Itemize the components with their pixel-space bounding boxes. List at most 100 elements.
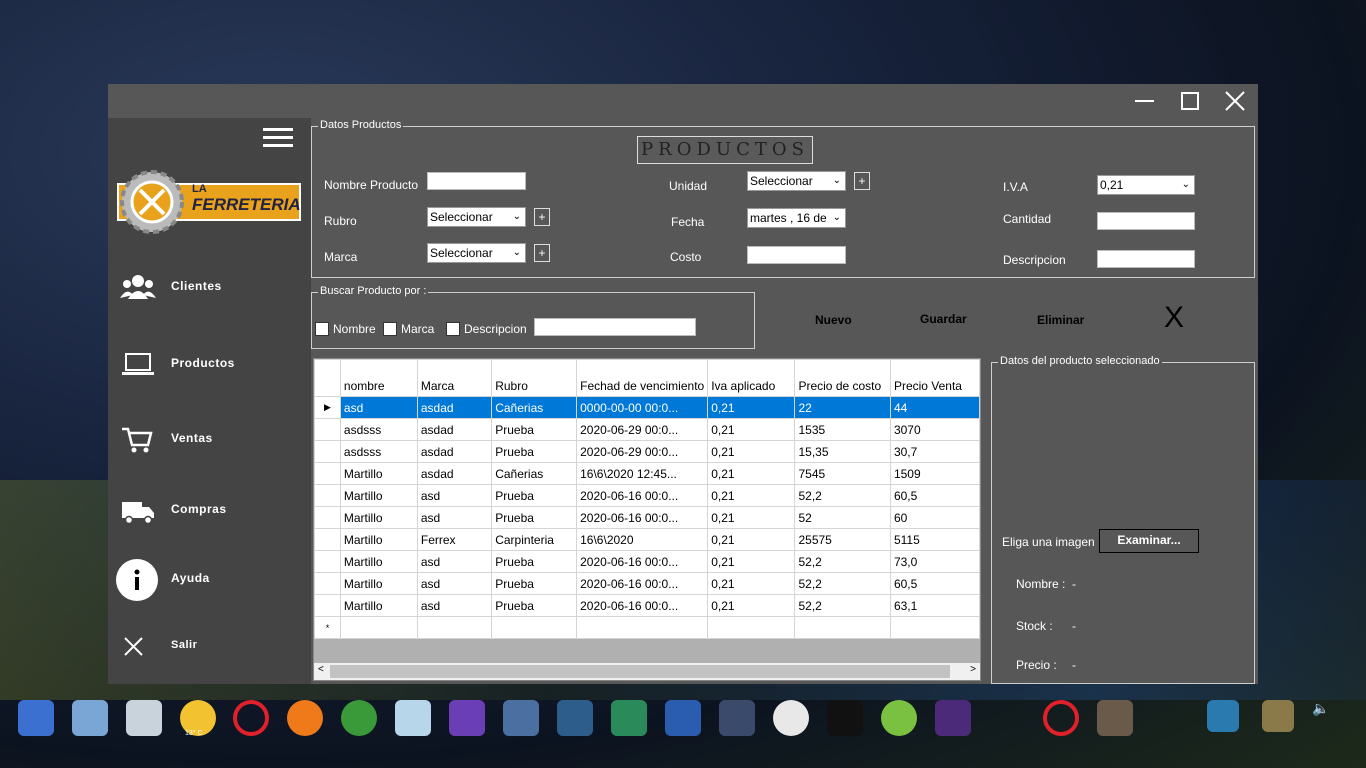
table-row[interactable]: ▶ asd asdad Cañerias 0000-00-00 00:0... 0,21 2… xyxy=(314,396,980,419)
table-cell[interactable]: asdsss xyxy=(339,440,418,463)
table-cell[interactable]: asd xyxy=(416,594,493,617)
table-cell[interactable]: asdad xyxy=(416,462,493,485)
table-cell[interactable]: 0,21 xyxy=(707,572,796,595)
opera-icon[interactable] xyxy=(1043,700,1079,736)
row-header[interactable]: ▶ xyxy=(314,396,341,419)
table-cell[interactable] xyxy=(707,616,796,639)
finder-icon[interactable] xyxy=(18,700,54,736)
spotify-icon[interactable] xyxy=(881,700,917,736)
table-cell[interactable]: 0,21 xyxy=(707,506,796,529)
row-header[interactable] xyxy=(314,550,341,573)
table-cell[interactable]: 0,21 xyxy=(707,484,796,507)
scrollbar-thumb[interactable] xyxy=(330,665,950,678)
table-cell[interactable]: Martillo xyxy=(339,484,418,507)
add-unidad-button[interactable]: + xyxy=(854,172,870,190)
photos-icon[interactable] xyxy=(773,700,809,736)
tray-apps-icon[interactable] xyxy=(1207,700,1239,732)
table-cell[interactable]: 2020-06-16 00:0... xyxy=(576,506,709,529)
table-cell[interactable]: Cañerias xyxy=(491,462,578,485)
opera-icon[interactable] xyxy=(233,700,269,736)
table-cell[interactable]: 52 xyxy=(794,506,891,529)
hamburger-menu-icon[interactable] xyxy=(263,128,293,148)
examinar-button[interactable]: Examinar... xyxy=(1099,529,1199,553)
table-cell[interactable]: 0,21 xyxy=(707,550,796,573)
table-row[interactable]: Martillo asd Prueba 2020-06-16 00:0... 0,21 5… xyxy=(314,484,980,507)
nuevo-button[interactable]: Nuevo xyxy=(815,313,852,327)
table-cell[interactable]: 73,0 xyxy=(889,550,980,573)
table-cell[interactable]: Martillo xyxy=(339,594,418,617)
coffee-icon[interactable] xyxy=(935,700,971,736)
sidebar-item-compras[interactable]: Compras xyxy=(108,486,311,536)
column-header[interactable]: Rubro xyxy=(491,359,578,397)
table-cell[interactable]: Prueba xyxy=(491,506,578,529)
sidebar-item-productos[interactable]: Productos xyxy=(108,340,311,390)
table-cell[interactable]: 0,21 xyxy=(707,462,796,485)
table-cell[interactable] xyxy=(794,616,891,639)
table-cell[interactable]: 52,2 xyxy=(794,484,891,507)
table-cell[interactable]: 0,21 xyxy=(707,418,796,441)
table-cell[interactable]: 2020-06-16 00:0... xyxy=(576,594,709,617)
table-cell[interactable]: 16\6\2020 12:45... xyxy=(576,462,709,485)
close-window-button[interactable] xyxy=(1222,90,1248,112)
scroll-left-icon[interactable]: < xyxy=(318,664,324,675)
costo-input[interactable] xyxy=(747,246,846,264)
table-cell[interactable]: Prueba xyxy=(491,594,578,617)
table-cell[interactable]: 7545 xyxy=(794,462,891,485)
scroll-right-icon[interactable]: > xyxy=(970,664,976,675)
table-cell[interactable]: asd xyxy=(416,550,493,573)
table-cell[interactable]: 63,1 xyxy=(889,594,980,617)
table-cell[interactable]: asdad xyxy=(416,418,493,441)
column-header[interactable]: Fechad de vencimiento xyxy=(576,359,709,397)
table-cell[interactable]: 16\6\2020 xyxy=(576,528,709,551)
virtualbox-icon[interactable] xyxy=(719,700,755,736)
table-row[interactable]: Martillo asd Prueba 2020-06-16 00:0... 0,21 5… xyxy=(314,572,980,595)
sidebar-item-ayuda[interactable]: Ayuda xyxy=(108,555,311,605)
row-header[interactable] xyxy=(314,418,341,441)
table-cell[interactable]: 2020-06-29 00:0... xyxy=(576,440,709,463)
maximize-button[interactable] xyxy=(1177,90,1203,112)
trash-icon[interactable] xyxy=(126,700,162,736)
table-row[interactable]: Martillo asdad Cañerias 16\6\2020 12:45... 0… xyxy=(314,462,980,485)
visio-icon[interactable] xyxy=(665,700,701,736)
table-cell[interactable]: 1509 xyxy=(889,462,980,485)
weather-icon[interactable]: 13° C xyxy=(180,700,216,737)
table-cell[interactable]: Prueba xyxy=(491,572,578,595)
table-cell[interactable]: asd xyxy=(416,572,493,595)
volume-icon[interactable]: 🔈 xyxy=(1312,700,1334,722)
close-form-button[interactable]: X xyxy=(1164,301,1184,335)
cube-icon[interactable] xyxy=(395,700,431,736)
column-header[interactable]: Precio de costo xyxy=(794,359,891,397)
table-cell[interactable]: Martillo xyxy=(339,572,418,595)
column-header[interactable]: nombre xyxy=(339,359,418,397)
table-row[interactable]: asdsss asdad Prueba 2020-06-29 00:0... 0,21 1… xyxy=(314,418,980,441)
table-cell[interactable]: 1535 xyxy=(794,418,891,441)
table-cell[interactable]: Prueba xyxy=(491,440,578,463)
dolphin-icon[interactable] xyxy=(503,700,539,736)
table-cell[interactable]: 52,2 xyxy=(794,594,891,617)
row-header[interactable] xyxy=(314,528,341,551)
marca-select[interactable]: Seleccionar ⌄ xyxy=(427,243,526,263)
table-cell[interactable]: asd xyxy=(339,396,418,419)
table-cell[interactable]: 2020-06-16 00:0... xyxy=(576,484,709,507)
fecha-datepicker[interactable]: martes , 16 de ⌄ xyxy=(747,208,846,228)
table-cell[interactable]: Carpinteria xyxy=(491,528,578,551)
row-header[interactable] xyxy=(314,440,341,463)
table-cell[interactable]: 60 xyxy=(889,506,980,529)
minimize-button[interactable] xyxy=(1132,90,1158,112)
tray-system-icon[interactable] xyxy=(1262,700,1294,732)
table-cell[interactable]: Prueba xyxy=(491,418,578,441)
folder-icon[interactable] xyxy=(72,700,108,736)
rubro-select[interactable]: Seleccionar ⌄ xyxy=(427,207,526,227)
table-cell[interactable]: 0,21 xyxy=(707,440,796,463)
table-cell[interactable]: Cañerias xyxy=(491,396,578,419)
table-cell[interactable]: Martillo xyxy=(339,528,418,551)
table-cell[interactable]: asdad xyxy=(416,396,493,419)
nombre-checkbox[interactable] xyxy=(315,322,329,336)
row-header[interactable] xyxy=(314,594,341,617)
sidebar-item-salir[interactable]: Salir xyxy=(108,623,311,673)
table-row[interactable]: Martillo asd Prueba 2020-06-16 00:0... 0,21 5… xyxy=(314,506,980,529)
table-cell[interactable]: 52,2 xyxy=(794,572,891,595)
table-cell[interactable]: Prueba xyxy=(491,484,578,507)
row-header[interactable] xyxy=(314,506,341,529)
column-header[interactable]: Iva aplicado xyxy=(707,359,796,397)
